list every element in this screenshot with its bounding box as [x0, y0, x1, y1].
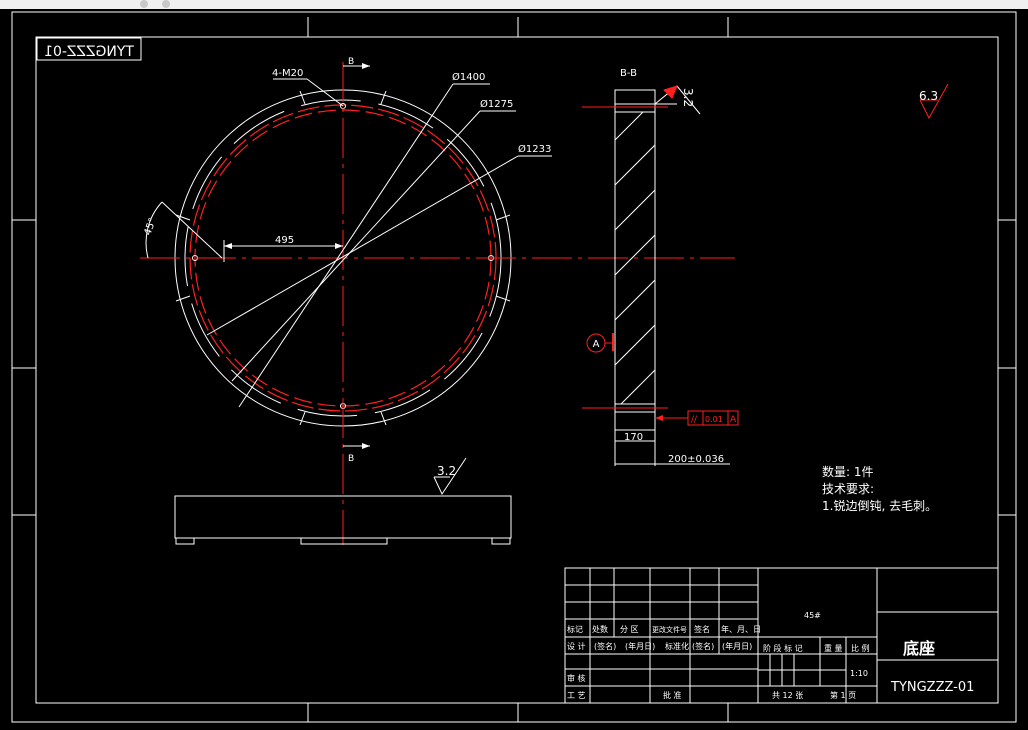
note-tech-title: 技术要求: [822, 482, 874, 496]
label-d1233: Ø1233 [518, 143, 551, 155]
note-tech-1: 1.锐边倒钝, 去毛刺。 [822, 499, 937, 513]
tb-h-sign: 签名 [694, 624, 710, 634]
tb-material: 45# [804, 611, 821, 620]
roughness-bottom-value: 3.2 [437, 464, 456, 478]
tb-h-design: 设 计 [567, 641, 586, 651]
tb-h-weight: 重 量 [824, 643, 843, 653]
tolerance-datum: A [730, 415, 737, 425]
tb-h-process: 工 艺 [567, 691, 586, 700]
tb-h-sig2: (签名) [692, 641, 714, 651]
outer-frame [11, 11, 1017, 723]
dim-200: 200±0.036 [668, 454, 724, 465]
tolerance-symbol: // [691, 415, 698, 425]
drawing-canvas: TYNGZZZ-01 B B 4-M20 Ø1400 Ø1275 Ø1233 4… [11, 11, 1017, 723]
dim-170: 170 [624, 432, 643, 443]
tb-h-sig1: (签名) [594, 641, 616, 651]
tb-h-stage: 阶 段 标 记 [763, 643, 803, 653]
roughness-top-value: 3.2 [681, 88, 695, 107]
tolerance-value: 0.01 [705, 415, 723, 424]
label-d1400: Ø1400 [452, 71, 485, 83]
label-4-m20: 4-M20 [272, 68, 303, 79]
roughness-general-value: 6.3 [919, 89, 938, 103]
note-quantity: 数量: 1件 [822, 464, 874, 479]
tb-h-date: 年、月、日 [721, 624, 761, 634]
section-title: B-B [620, 68, 637, 79]
tb-h-date1: (年月日) [625, 641, 655, 651]
tb-h-mark: 标记 [567, 624, 583, 634]
tb-drawing-no: TYNGZZZ-01 [890, 680, 974, 695]
mirrored-drawing-number: TYNGZZZ-01 [44, 44, 135, 60]
tb-h-std: 标准化 [665, 641, 689, 651]
label-495: 495 [275, 235, 294, 246]
section-label-top: B [348, 57, 354, 67]
tb-h-count: 处数 [592, 624, 608, 634]
section-label-bottom: B [348, 454, 354, 464]
datum-a-label: A [593, 339, 600, 350]
label-45-deg: 45° [142, 217, 158, 237]
tb-h-ratio: 比 例 [851, 643, 870, 653]
tb-h-check: 审 核 [567, 673, 586, 683]
tb-h-sheet: 第 1 页 [830, 690, 856, 700]
tb-part-name: 底座 [903, 639, 935, 658]
tb-h-zone: 分 区 [620, 625, 639, 634]
tb-scale: 1:10 [850, 669, 868, 678]
inner-frame [35, 36, 999, 704]
label-d1275: Ø1275 [480, 98, 513, 110]
tb-h-approve: 批 准 [663, 690, 682, 700]
tb-h-date2: (年月日) [722, 641, 752, 651]
tb-h-total: 共 12 张 [772, 691, 803, 700]
tb-h-change: 更改文件号 [652, 625, 687, 634]
